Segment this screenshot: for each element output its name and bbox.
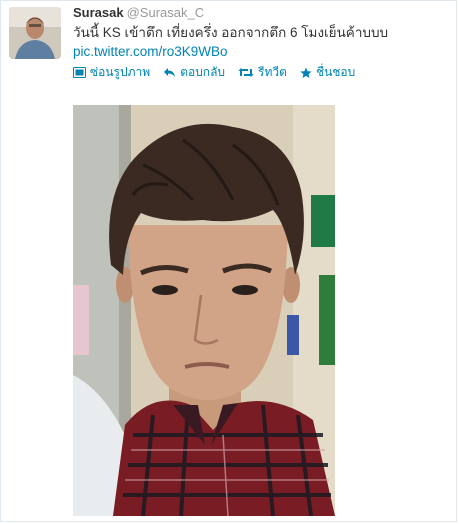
tweet-actions: ซ่อนรูปภาพ ตอบกลับ รีทวีต ชื่นชอบ [73, 63, 355, 82]
retweet-icon [238, 67, 254, 78]
user-fullname[interactable]: Surasak [73, 5, 124, 20]
tweet-photo[interactable] [73, 105, 335, 516]
hide-photo-button[interactable]: ซ่อนรูปภาพ [73, 63, 150, 82]
avatar[interactable] [9, 7, 61, 59]
user-handle[interactable]: @Surasak_C [127, 5, 205, 20]
reply-button[interactable]: ตอบกลับ [163, 63, 225, 82]
hide-photo-label: ซ่อนรูปภาพ [90, 65, 151, 79]
reply-icon [163, 67, 176, 78]
tweet-text: วันนี้ KS เข้าตึก เที่ยงครึ่ง ออกจากตึก … [73, 25, 389, 40]
tweet-card: Surasak @Surasak_C วันนี้ KS เข้าตึก เที่… [0, 0, 457, 522]
favorite-button[interactable]: ชื่นชอบ [300, 63, 355, 82]
favorite-label: ชื่นชอบ [315, 65, 356, 79]
tweet-body: วันนี้ KS เข้าตึก เที่ยงครึ่ง ออกจากตึก … [73, 23, 453, 61]
star-icon [300, 67, 312, 79]
image-icon [73, 67, 86, 78]
retweet-label: รีทวีต [258, 65, 287, 79]
tweet-media-link[interactable]: pic.twitter.com/ro3K9WBo [73, 44, 228, 59]
retweet-button[interactable]: รีทวีต [238, 63, 287, 82]
tweet-header: Surasak @Surasak_C [73, 5, 204, 20]
reply-label: ตอบกลับ [180, 65, 226, 79]
